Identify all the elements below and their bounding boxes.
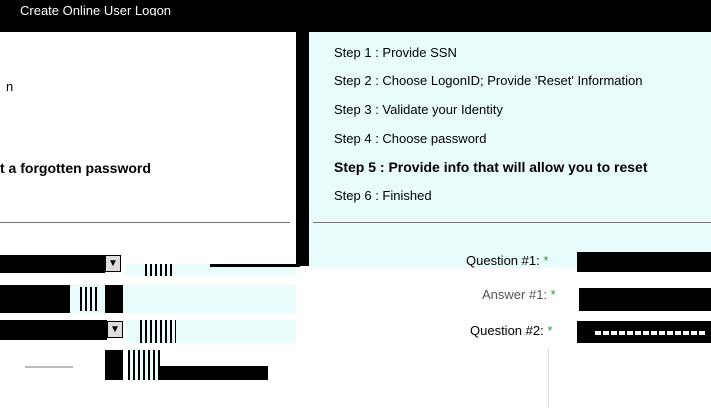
panel-divider <box>296 28 309 266</box>
bottom-vertical-line <box>548 348 549 408</box>
left-field-bars-2 <box>80 287 100 311</box>
left-field-strip-2 <box>70 285 296 313</box>
left-select-2[interactable] <box>0 320 107 340</box>
answer-1-label: Answer #1: * <box>482 287 556 302</box>
left-field-bars-4 <box>128 350 160 380</box>
left-input-4[interactable] <box>160 366 268 380</box>
step-4: Step 4 : Choose password <box>334 131 487 146</box>
question-2-select-text <box>595 331 705 335</box>
left-field-block-2 <box>105 285 123 313</box>
window-title: Create Online User Logon <box>20 3 172 16</box>
left-field-bars-3 <box>140 320 176 343</box>
chevron-down-icon[interactable]: ▼ <box>107 321 123 338</box>
step-5: Step 5 : Provide info that will allow yo… <box>334 159 648 175</box>
left-block-4 <box>105 350 123 380</box>
left-underline-4 <box>25 366 73 368</box>
left-divider <box>0 222 290 223</box>
left-input-1[interactable] <box>0 285 70 313</box>
question-2-label: Question #2: * <box>470 323 553 338</box>
left-field-bars-1 <box>145 264 175 276</box>
left-field-line-1 <box>210 264 300 267</box>
steps-panel <box>309 32 711 268</box>
step-6: Step 6 : Finished <box>334 188 432 203</box>
question-1-label: Question #1: * <box>466 253 549 268</box>
step-2: Step 2 : Choose LogonID; Provide 'Reset'… <box>334 73 643 88</box>
left-info-text: n <box>6 79 14 94</box>
answer-1-input[interactable] <box>579 288 711 311</box>
step-1: Step 1 : Provide SSN <box>334 45 457 60</box>
right-divider <box>313 222 711 223</box>
left-select-1[interactable] <box>0 255 105 273</box>
step-3: Step 3 : Validate your Identity <box>334 102 503 117</box>
chevron-down-icon[interactable]: ▼ <box>105 255 121 272</box>
left-heading: t a forgotten password <box>0 160 151 176</box>
question-1-select[interactable] <box>577 252 711 272</box>
